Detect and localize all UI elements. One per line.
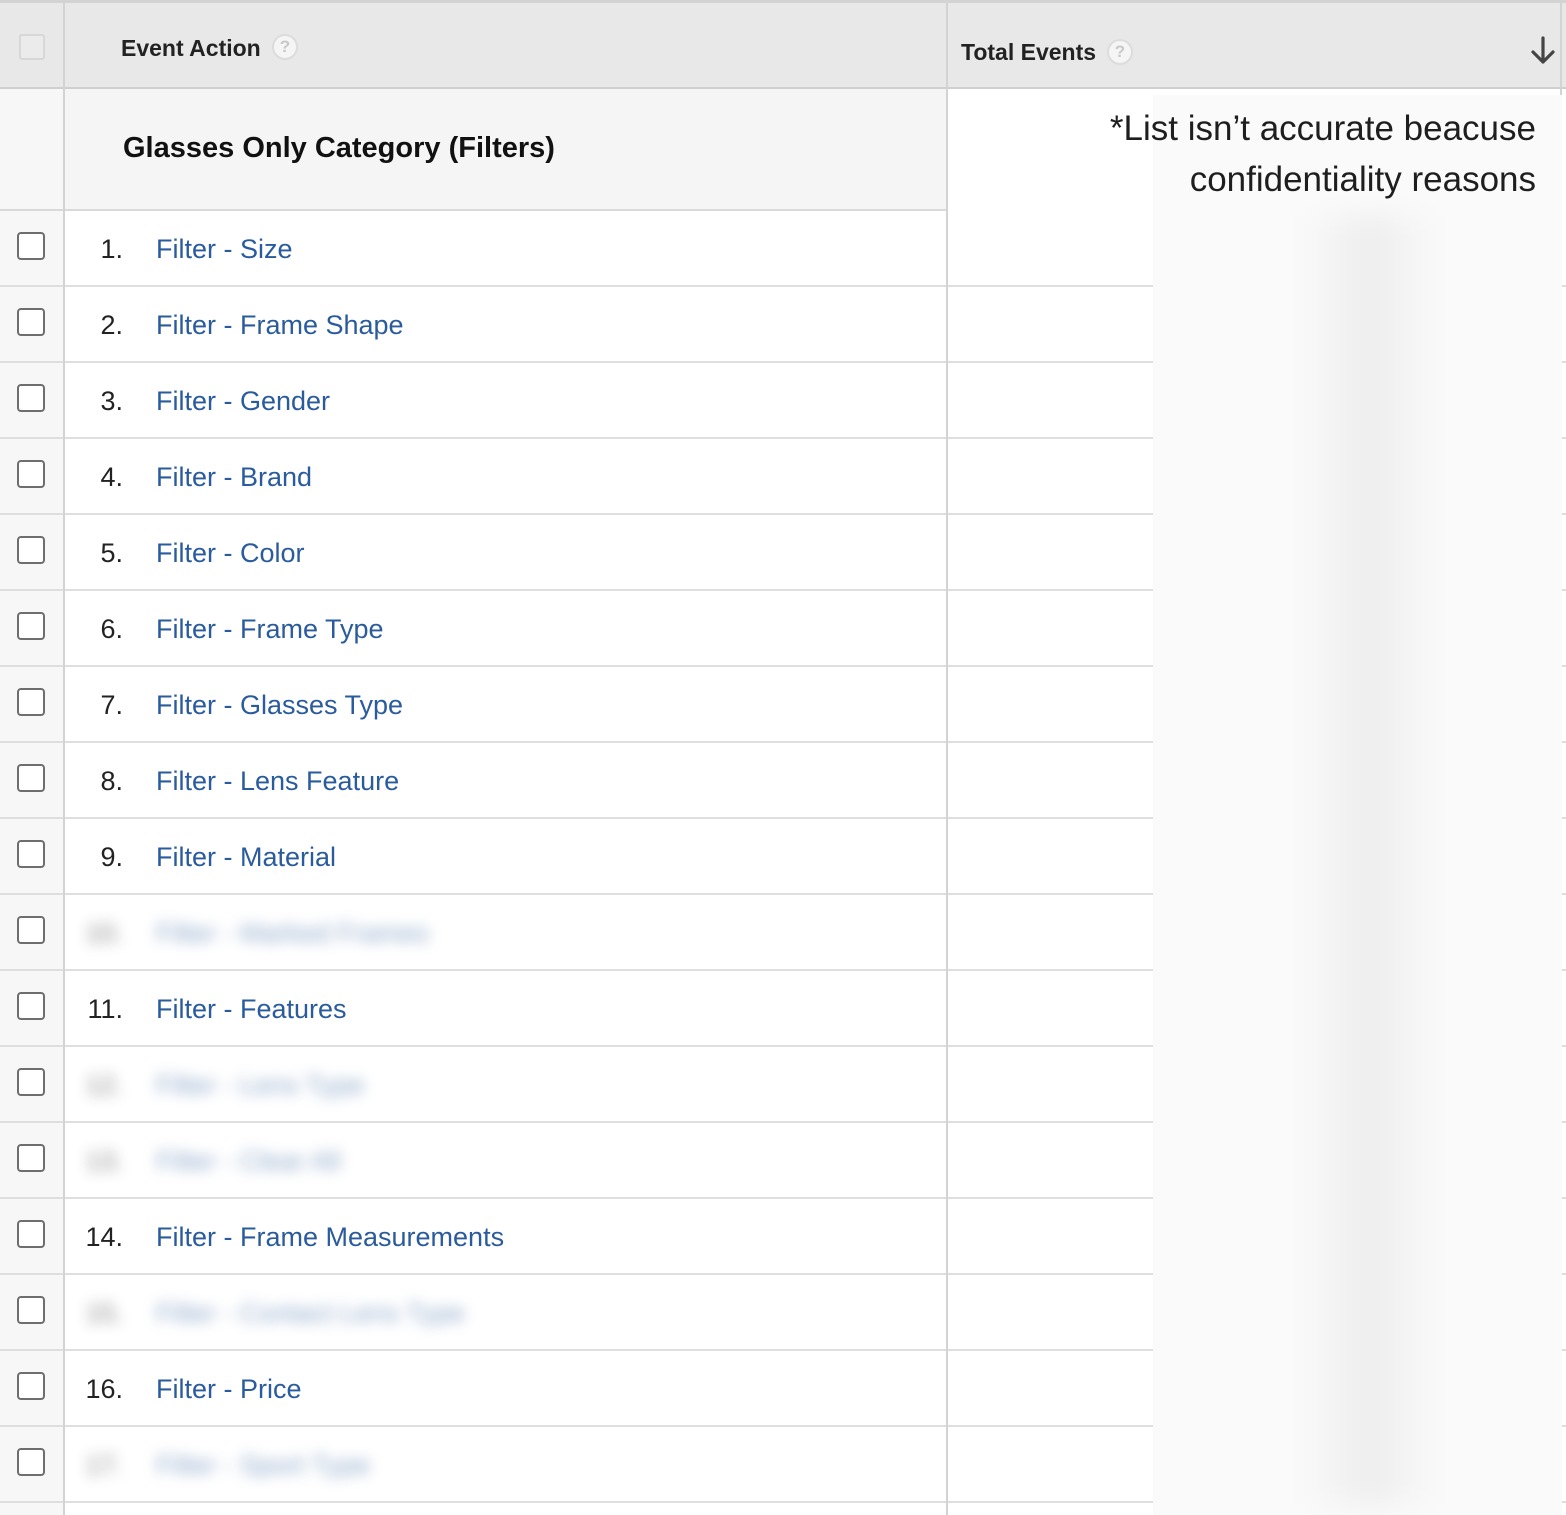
note-line-2: confidentiality reasons bbox=[1189, 160, 1536, 199]
row-checkbox[interactable] bbox=[17, 916, 45, 944]
row-check-cell bbox=[0, 819, 63, 893]
row-checkbox[interactable] bbox=[17, 612, 45, 640]
event-action-link[interactable]: Filter - Gender bbox=[156, 386, 330, 417]
row-check-cell bbox=[0, 515, 63, 589]
row-number: 12. bbox=[85, 1070, 123, 1100]
row-number: 5. bbox=[100, 538, 123, 568]
row-checkbox[interactable] bbox=[17, 1068, 45, 1096]
event-action-link[interactable]: Filter - Lens Type bbox=[156, 1070, 364, 1101]
row-number: 17. bbox=[85, 1450, 123, 1480]
row-checkbox[interactable] bbox=[17, 232, 45, 260]
row-check-cell bbox=[0, 895, 63, 969]
select-all-checkbox[interactable] bbox=[19, 34, 45, 60]
row-number: 8. bbox=[100, 766, 123, 796]
group-title: Glasses Only Category (Filters) bbox=[123, 132, 555, 164]
row-checkbox[interactable] bbox=[17, 764, 45, 792]
event-action-link[interactable]: Filter - Material bbox=[156, 842, 336, 873]
row-checkbox[interactable] bbox=[17, 308, 45, 336]
event-action-link[interactable]: Filter - Lens Feature bbox=[156, 766, 399, 797]
event-action-link[interactable]: Filter - Size bbox=[156, 234, 293, 265]
row-check-cell bbox=[0, 287, 63, 361]
row-check-cell bbox=[0, 1351, 63, 1425]
row-check-cell bbox=[0, 1427, 63, 1501]
table-header: Event Action ? Total Events ? bbox=[0, 0, 1566, 89]
row-check-cell bbox=[0, 211, 63, 285]
column-divider bbox=[946, 0, 948, 1515]
event-action-link[interactable]: Filter - Frame Shape bbox=[156, 310, 404, 341]
note-line-1: *List isn’t accurate beacuse bbox=[1109, 109, 1536, 148]
column-header-event-action[interactable]: Event Action bbox=[121, 35, 261, 62]
sort-descending-icon[interactable] bbox=[1528, 35, 1558, 67]
row-checkbox[interactable] bbox=[17, 460, 45, 488]
row-check-cell bbox=[0, 1199, 63, 1273]
row-checkbox[interactable] bbox=[17, 384, 45, 412]
row-checkbox[interactable] bbox=[17, 1448, 45, 1476]
column-header-total-events[interactable]: Total Events bbox=[961, 39, 1096, 66]
event-action-link[interactable]: Filter - Frame Measurements bbox=[156, 1222, 504, 1253]
row-check-cell bbox=[0, 363, 63, 437]
event-action-link[interactable]: Filter - Frame Type bbox=[156, 614, 384, 645]
row-number: 15. bbox=[85, 1298, 123, 1328]
event-action-link[interactable]: Filter - Color bbox=[156, 538, 305, 569]
row-number: 13. bbox=[85, 1146, 123, 1176]
row-check-cell bbox=[0, 667, 63, 741]
row-number: 10. bbox=[85, 918, 123, 948]
row-checkbox[interactable] bbox=[17, 1296, 45, 1324]
row-number: 2. bbox=[100, 310, 123, 340]
row-number: 4. bbox=[100, 462, 123, 492]
event-action-link[interactable]: Filter - Contact Lens Type bbox=[156, 1298, 465, 1329]
row-check-cell bbox=[0, 1123, 63, 1197]
blurred-values bbox=[1300, 215, 1440, 1505]
row-check-cell bbox=[0, 1275, 63, 1349]
row-check-cell bbox=[0, 743, 63, 817]
event-action-link[interactable]: Filter - Clear All bbox=[156, 1146, 341, 1177]
row-checkbox[interactable] bbox=[17, 1220, 45, 1248]
column-divider bbox=[63, 0, 65, 1515]
event-action-link[interactable]: Filter - Features bbox=[156, 994, 347, 1025]
row-checkbox[interactable] bbox=[17, 688, 45, 716]
row-check-cell bbox=[0, 971, 63, 1045]
row-checkbox[interactable] bbox=[17, 840, 45, 868]
row-number: 3. bbox=[100, 386, 123, 416]
row-number: 1. bbox=[100, 234, 123, 264]
row-number: 7. bbox=[100, 690, 123, 720]
row-checkbox[interactable] bbox=[17, 992, 45, 1020]
confidentiality-note: *List isn’t accurate beacuse confidentia… bbox=[1016, 103, 1536, 205]
row-checkbox[interactable] bbox=[17, 1372, 45, 1400]
row-number: 9. bbox=[100, 842, 123, 872]
row-number: 11. bbox=[87, 994, 123, 1024]
row-checkbox[interactable] bbox=[17, 536, 45, 564]
help-icon[interactable]: ? bbox=[272, 34, 298, 60]
event-action-link[interactable]: Filter - Price bbox=[156, 1374, 302, 1405]
row-checkbox[interactable] bbox=[17, 1144, 45, 1172]
group-row: Glasses Only Category (Filters) bbox=[63, 89, 947, 211]
row-check-cell bbox=[0, 591, 63, 665]
event-action-link[interactable]: Filter - Sport Type bbox=[156, 1450, 370, 1481]
row-number: 16. bbox=[85, 1374, 123, 1404]
event-action-report-table: Event Action ? Total Events ? Glasses On… bbox=[0, 0, 1566, 1515]
help-icon[interactable]: ? bbox=[1107, 39, 1133, 65]
group-row-check-cell bbox=[0, 89, 63, 211]
row-check-cell bbox=[0, 1047, 63, 1121]
event-action-link[interactable]: Filter - Marked Frames bbox=[156, 918, 429, 949]
row-number: 14. bbox=[85, 1222, 123, 1252]
event-action-link[interactable]: Filter - Glasses Type bbox=[156, 690, 403, 721]
row-number: 6. bbox=[100, 614, 123, 644]
row-check-cell bbox=[0, 439, 63, 513]
event-action-link[interactable]: Filter - Brand bbox=[156, 462, 312, 493]
